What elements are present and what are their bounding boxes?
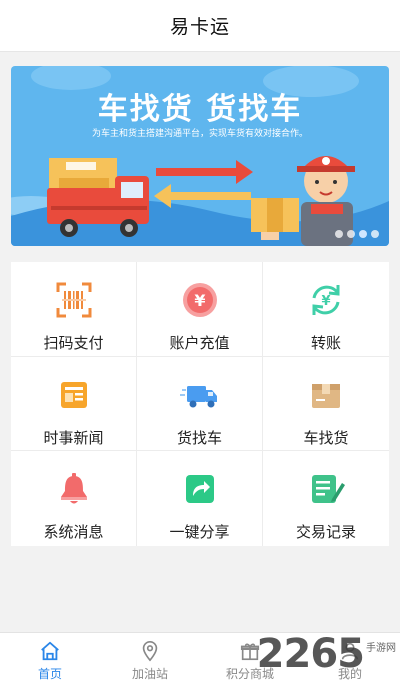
tab-home[interactable]: 首页 — [0, 633, 100, 685]
menu-item-transaction-records[interactable]: 交易记录 — [263, 451, 389, 546]
feature-menu: 扫码支付 ¥ 账户充值 ¥ 转账 时事新闻 货找车 车找货 系统消息 一键分享 … — [11, 262, 389, 546]
home-icon — [41, 641, 59, 661]
tab-gas-station[interactable]: 加油站 — [100, 633, 200, 685]
transfer-icon: ¥ — [312, 285, 340, 315]
app-header: 易卡运 — [0, 0, 400, 52]
news-icon — [60, 381, 87, 408]
page-title: 易卡运 — [169, 16, 230, 38]
menu-item-label: 一键分享 — [169, 523, 230, 542]
menu-item-truck-find-cargo[interactable]: 车找货 — [263, 357, 389, 452]
pagination-dot[interactable] — [347, 230, 355, 238]
share-icon — [185, 475, 214, 504]
location-pin-icon — [142, 641, 158, 662]
menu-item-cargo-find-truck[interactable]: 货找车 — [137, 356, 263, 452]
menu-item-transfer[interactable]: ¥ 转账 — [263, 262, 389, 357]
menu-item-scan-pay[interactable]: 扫码支付 — [11, 262, 137, 357]
banner-pagination — [335, 230, 379, 238]
menu-item-label: 交易记录 — [295, 523, 356, 542]
menu-item-label: 扫码支付 — [43, 334, 104, 352]
banner-headline: 车找货 货找车 — [97, 92, 303, 127]
pagination-dot[interactable] — [371, 230, 379, 238]
menu-item-label: 转账 — [310, 334, 341, 352]
watermark-text: 手游网 — [366, 643, 396, 654]
yuan-coin-icon: ¥ — [182, 283, 217, 317]
truck-icon — [179, 385, 217, 408]
tab-label: 首页 — [37, 667, 62, 681]
menu-item-label: 系统消息 — [43, 523, 104, 542]
promo-banner[interactable]: 车找货 货找车 为车主和货主搭建沟通平台，实现车货有效对接合作。 — [11, 66, 389, 246]
box-icon — [312, 383, 340, 408]
pagination-dot[interactable] — [335, 230, 343, 238]
tab-label: 加油站 — [131, 667, 168, 681]
svg-text:¥: ¥ — [321, 294, 330, 309]
menu-item-label: 车找货 — [303, 428, 349, 447]
menu-item-label: 货找车 — [176, 428, 222, 447]
bell-icon — [60, 473, 87, 504]
svg-text:¥: ¥ — [194, 291, 205, 310]
watermark-number: 2265 — [256, 631, 365, 677]
menu-item-recharge[interactable]: ¥ 账户充值 — [137, 262, 263, 357]
record-icon — [312, 475, 345, 504]
menu-item-label: 时事新闻 — [43, 428, 104, 447]
banner-subtitle: 为车主和货主搭建沟通平台，实现车货有效对接合作。 — [91, 129, 308, 139]
site-watermark: 2265 手游网 — [257, 631, 396, 677]
pagination-dot-active[interactable] — [359, 230, 367, 238]
menu-item-label: 账户充值 — [169, 334, 230, 352]
barcode-scan-icon — [56, 282, 91, 318]
menu-item-news[interactable]: 时事新闻 — [11, 356, 137, 452]
menu-item-share[interactable]: 一键分享 — [137, 451, 263, 546]
menu-item-system-messages[interactable]: 系统消息 — [11, 451, 137, 546]
